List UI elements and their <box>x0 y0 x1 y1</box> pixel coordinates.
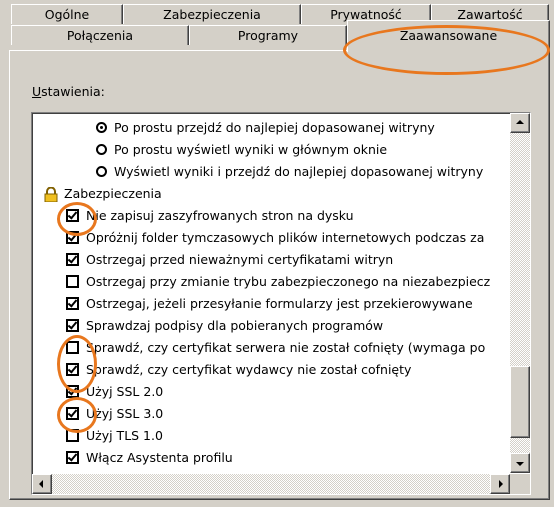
checkbox-checked[interactable] <box>66 451 79 464</box>
horizontal-scrollbar[interactable] <box>32 474 510 494</box>
arrow-left-icon <box>39 480 43 488</box>
list-item[interactable]: Użyj SSL 3.0 <box>32 403 510 425</box>
arrow-right-icon <box>499 480 503 488</box>
scroll-up-button[interactable] <box>510 113 530 133</box>
tab-general[interactable]: Ogólne <box>11 4 123 24</box>
checkbox-checked[interactable] <box>66 407 79 420</box>
scroll-right-button[interactable] <box>490 474 510 494</box>
list-item[interactable]: Użyj TLS 1.0 <box>32 425 510 447</box>
list-item[interactable]: Ostrzegaj, jeżeli przesyłanie formularzy… <box>32 293 510 315</box>
tab-programs[interactable]: Programy <box>189 25 347 45</box>
radio-button[interactable] <box>96 144 107 155</box>
checkbox-unchecked[interactable] <box>66 275 79 288</box>
list-item[interactable]: Włącz Asystenta profilu <box>32 447 510 469</box>
checkbox-checked[interactable] <box>66 253 79 266</box>
list-item[interactable]: Użyj SSL 2.0 <box>32 381 510 403</box>
checkbox-checked[interactable] <box>66 209 79 222</box>
settings-list: Po prostu przejdź do najlepiej dopasowan… <box>32 113 510 473</box>
arrow-down-icon <box>516 462 524 466</box>
tab-advanced[interactable]: Zaawansowane <box>347 20 550 52</box>
tab-connections[interactable]: Połączenia <box>11 25 189 45</box>
vertical-scrollbar[interactable] <box>510 113 530 473</box>
list-item[interactable]: Ostrzegaj przed nieważnymi certyfikatami… <box>32 249 510 271</box>
list-item[interactable]: Nie zapisuj zaszyfrowanych stron na dysk… <box>32 205 510 227</box>
scrollbar-corner <box>510 474 530 494</box>
list-item[interactable]: Ostrzegaj przy zmianie trybu zabezpieczo… <box>32 271 510 293</box>
scroll-left-button[interactable] <box>32 474 52 494</box>
internet-options-dialog: Ogólne Zabezpieczenia Prywatność Zawarto… <box>0 0 554 507</box>
list-item[interactable]: Sprawdź, czy certyfikat serwera nie zost… <box>32 337 510 359</box>
tab-security[interactable]: Zabezpieczenia <box>123 4 301 24</box>
vertical-scroll-thumb[interactable] <box>510 366 530 438</box>
lock-icon <box>44 187 58 202</box>
settings-tree: Po prostu przejdź do najlepiej dopasowan… <box>31 112 531 495</box>
list-item[interactable]: Sprawdź, czy certyfikat wydawcy nie zost… <box>32 359 510 381</box>
scroll-down-button[interactable] <box>510 453 530 473</box>
radio-button-selected[interactable] <box>96 122 107 133</box>
radio-button[interactable] <box>96 166 107 177</box>
checkbox-unchecked[interactable] <box>66 429 79 442</box>
list-item[interactable]: Sprawdzaj podpisy dla pobieranych progra… <box>32 315 510 337</box>
checkbox-checked[interactable] <box>66 319 79 332</box>
checkbox-checked[interactable] <box>66 363 79 376</box>
list-item[interactable]: Opróżnij folder tymczasowych plików inte… <box>32 227 510 249</box>
checkbox-checked[interactable] <box>66 231 79 244</box>
checkbox-unchecked[interactable] <box>66 341 79 354</box>
arrow-up-icon <box>516 120 524 124</box>
settings-label: Ustawienia: <box>32 84 105 99</box>
checkbox-checked[interactable] <box>66 385 79 398</box>
checkbox-checked[interactable] <box>66 297 79 310</box>
